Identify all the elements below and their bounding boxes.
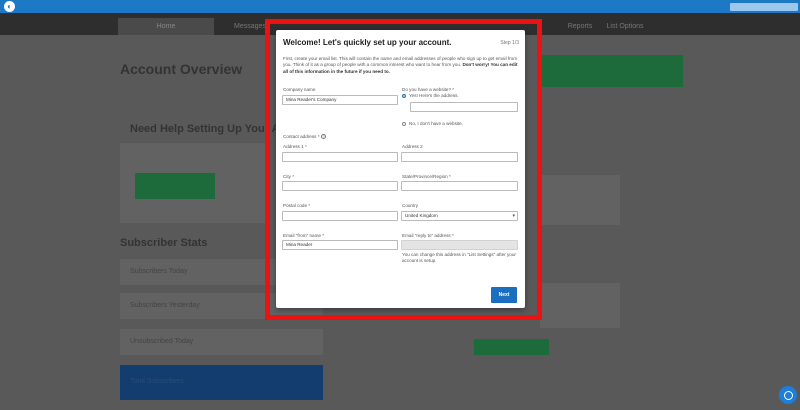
city-label: City * (283, 174, 294, 179)
reply-to-input (401, 240, 518, 250)
from-name-label: Email "from" name * (283, 233, 325, 238)
website-input[interactable] (410, 102, 518, 112)
modal-intro: First, create your email list. This will… (283, 56, 519, 75)
contact-address-label: Contact address * (283, 134, 320, 139)
next-button[interactable]: Next (491, 287, 517, 303)
reply-to-note: You can change this address in "List Set… (402, 252, 516, 264)
bg-signup-button (135, 173, 215, 199)
subscriber-stats-title: Subscriber Stats (120, 237, 208, 249)
from-name-input[interactable]: Mina Reader (282, 240, 398, 250)
postal-code-label: Postal code * (283, 203, 311, 208)
website-no-radio[interactable] (402, 122, 406, 126)
website-label: Do you have a website? * (402, 87, 455, 92)
company-name-label: Company name (283, 87, 316, 92)
country-label: Country (402, 203, 419, 208)
account-menu[interactable] (730, 3, 798, 11)
stat-row: Unsubscribed Today (120, 329, 323, 355)
state-input[interactable] (401, 181, 518, 191)
website-no-label[interactable]: No, I don't have a website. (409, 121, 463, 126)
help-icon[interactable]: ? (321, 134, 326, 139)
app-logo-icon[interactable]: ◐ (4, 1, 15, 12)
nav-tab-home[interactable]: Home (118, 18, 214, 35)
reply-to-label: Email "reply to" address * (402, 233, 454, 238)
stat-row-total: Total Subscribers (120, 365, 323, 400)
state-label: State/Province/Region * (402, 174, 451, 179)
nav-tab-reports[interactable]: Reports (560, 18, 600, 35)
account-overview-title: Account Overview (120, 61, 243, 77)
bg-card (540, 283, 620, 328)
address1-input[interactable] (282, 152, 398, 162)
website-yes-radio[interactable] (402, 94, 406, 98)
setup-modal: Welcome! Let's quickly set up your accou… (276, 30, 525, 308)
chat-icon[interactable] (779, 386, 797, 404)
country-select[interactable]: United Kingdom (401, 211, 518, 221)
top-bar: ◐ (0, 0, 800, 13)
postal-code-input[interactable] (282, 211, 398, 221)
step-indicator: Step 1/3 (500, 40, 519, 46)
bg-card (540, 175, 620, 225)
website-yes-label[interactable]: Yes! Here's the address. (409, 93, 459, 98)
address2-label: Address 2 (402, 144, 423, 149)
bg-create-message-button (540, 55, 683, 87)
address2-input[interactable] (401, 152, 518, 162)
modal-title: Welcome! Let's quickly set up your accou… (283, 38, 452, 47)
city-input[interactable] (282, 181, 398, 191)
company-name-input[interactable]: Mina Reader's Company (282, 95, 398, 105)
address1-label: Address 1 * (283, 144, 307, 149)
bg-green-button (474, 339, 549, 355)
nav-tab-list-options[interactable]: List Options (600, 18, 650, 35)
